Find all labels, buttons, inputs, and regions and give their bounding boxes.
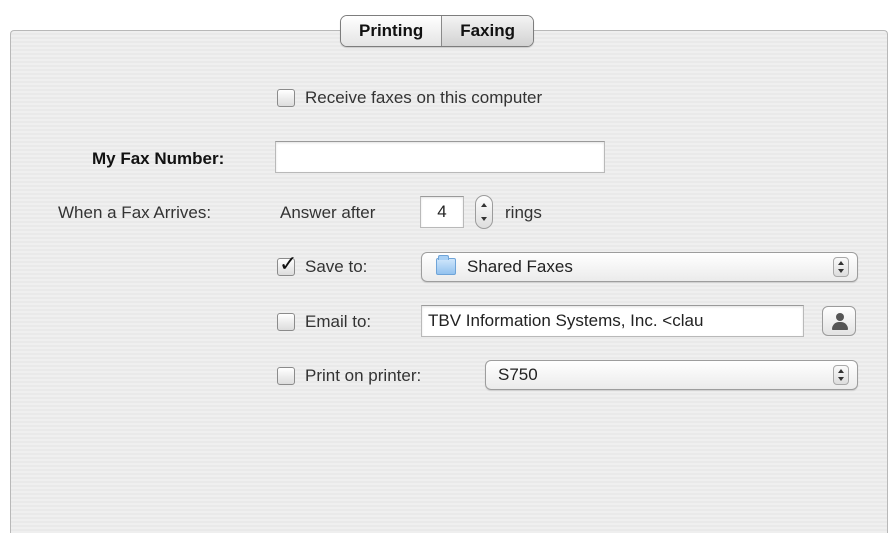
save-to-checkbox[interactable]: ✓	[277, 253, 297, 276]
rings-count-field[interactable]: 4	[420, 196, 464, 228]
stepper-up-icon[interactable]	[481, 203, 487, 207]
save-to-value: Shared Faxes	[467, 257, 573, 276]
receive-faxes-label: Receive faxes on this computer	[305, 88, 543, 107]
email-to-label: Email to:	[305, 312, 372, 331]
address-book-button[interactable]	[822, 306, 856, 336]
print-on-printer-label: Print on printer:	[305, 366, 422, 385]
receive-faxes-checkbox[interactable]	[277, 89, 295, 107]
popup-arrows-icon	[833, 365, 849, 385]
email-to-checkbox[interactable]	[277, 313, 295, 331]
printer-value: S750	[498, 365, 538, 384]
person-icon	[836, 313, 844, 321]
fax-number-label: My Fax Number:	[92, 149, 225, 168]
checkmark-icon: ✓	[279, 251, 298, 276]
printer-popup[interactable]: S750	[485, 360, 858, 390]
save-to-popup[interactable]: Shared Faxes	[421, 252, 858, 282]
print-on-printer-checkbox[interactable]	[277, 367, 295, 385]
stepper-down-icon[interactable]	[481, 217, 487, 221]
email-to-field[interactable]: TBV Information Systems, Inc. <clau	[421, 305, 804, 337]
folder-icon	[436, 255, 456, 275]
tab-bar: Printing Faxing	[340, 15, 535, 47]
popup-arrows-icon	[833, 257, 849, 277]
save-to-label: Save to:	[305, 257, 368, 276]
fax-arrives-label: When a Fax Arrives:	[58, 203, 212, 222]
rings-stepper[interactable]	[475, 195, 493, 229]
answer-after-label: Answer after	[280, 203, 376, 222]
tab-printing[interactable]: Printing	[341, 16, 442, 46]
rings-label: rings	[505, 203, 542, 222]
tab-faxing[interactable]: Faxing	[441, 16, 534, 46]
fax-number-field[interactable]	[275, 141, 605, 173]
